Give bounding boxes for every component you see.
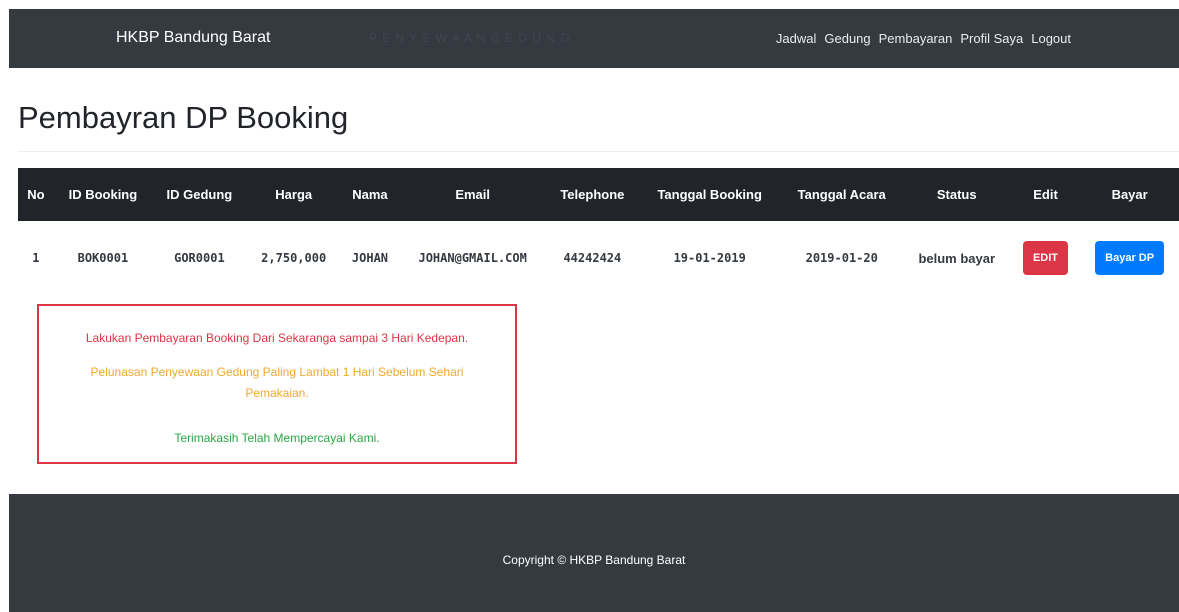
header-nama: Nama <box>352 187 388 202</box>
cell-id-booking: BOK0001 <box>77 251 129 265</box>
header-telephone: Telephone <box>560 187 625 202</box>
nav-link-jadwal[interactable]: Jadwal <box>776 31 816 46</box>
header-id-gedung: ID Gedung <box>166 187 233 202</box>
payment-notice-box: Lakukan Pembayaran Booking Dari Sekarang… <box>37 304 517 464</box>
page-title: Pembayran DP Booking <box>18 100 349 135</box>
cell-telephone: 44242424 <box>563 251 622 265</box>
header-id-booking: ID Booking <box>68 187 138 202</box>
copyright-text: Copyright © HKBP Bandung Barat <box>502 553 686 567</box>
cell-tanggal-booking: 19-01-2019 <box>673 251 746 265</box>
notice-deadline-text: Lakukan Pembayaran Booking Dari Sekarang… <box>85 331 469 345</box>
cell-harga: 2,750,000 <box>261 251 327 265</box>
cell-email: JOHAN@GMAIL.COM <box>418 251 527 265</box>
nav-link-pembayaran[interactable]: Pembayaran <box>879 31 953 46</box>
nav-link-logout[interactable]: Logout <box>1031 31 1071 46</box>
cell-id-gedung: GOR0001 <box>174 251 225 265</box>
header-harga: Harga <box>275 187 313 202</box>
notice-thanks-text: Terimakasih Telah Mempercayai Kami. <box>174 431 380 445</box>
header-edit: Edit <box>1033 187 1058 202</box>
cell-status: belum bayar <box>918 250 996 266</box>
header-bayar: Bayar <box>1111 187 1148 202</box>
header-status: Status <box>936 187 977 202</box>
title-divider <box>18 151 1179 152</box>
cell-nama: JOHAN <box>351 251 389 265</box>
nav-link-profil-saya[interactable]: Profil Saya <box>960 31 1023 46</box>
footer: Copyright © HKBP Bandung Barat <box>9 494 1179 612</box>
cell-no: 1 <box>32 251 40 265</box>
header-tanggal-acara: Tanggal Acara <box>797 187 886 202</box>
cell-tanggal-acara: 2019-01-20 <box>805 251 878 265</box>
header-email: Email <box>455 187 490 202</box>
navbar-subtitle: P E N Y E W A A N G E D U N G <box>369 31 571 45</box>
table-row: 1 BOK0001 GOR0001 2,750,000 JOHAN JOHAN@… <box>18 221 1179 295</box>
booking-table: No ID Booking ID Gedung Harga Nama Email… <box>18 168 1179 295</box>
nav-link-gedung[interactable]: Gedung <box>824 31 870 46</box>
brand-link[interactable]: HKBP Bandung Barat <box>116 29 270 47</box>
cell-bayar: Bayar DP <box>1080 221 1179 295</box>
notice-settlement-text: Pelunasan Penyewaan Gedung Paling Lambat… <box>90 365 464 400</box>
cell-edit: EDIT <box>1011 221 1081 295</box>
table-header-row: No ID Booking ID Gedung Harga Nama Email… <box>18 168 1179 221</box>
bayar-dp-button[interactable]: Bayar DP <box>1095 241 1165 275</box>
top-navbar: HKBP Bandung Barat P E N Y E W A A N G E… <box>9 9 1179 68</box>
nav-links: Jadwal Gedung Pembayaran Profil Saya Log… <box>776 31 1071 46</box>
header-tanggal-booking: Tanggal Booking <box>657 187 762 202</box>
header-no: No <box>27 187 45 202</box>
edit-button[interactable]: EDIT <box>1022 241 1069 275</box>
